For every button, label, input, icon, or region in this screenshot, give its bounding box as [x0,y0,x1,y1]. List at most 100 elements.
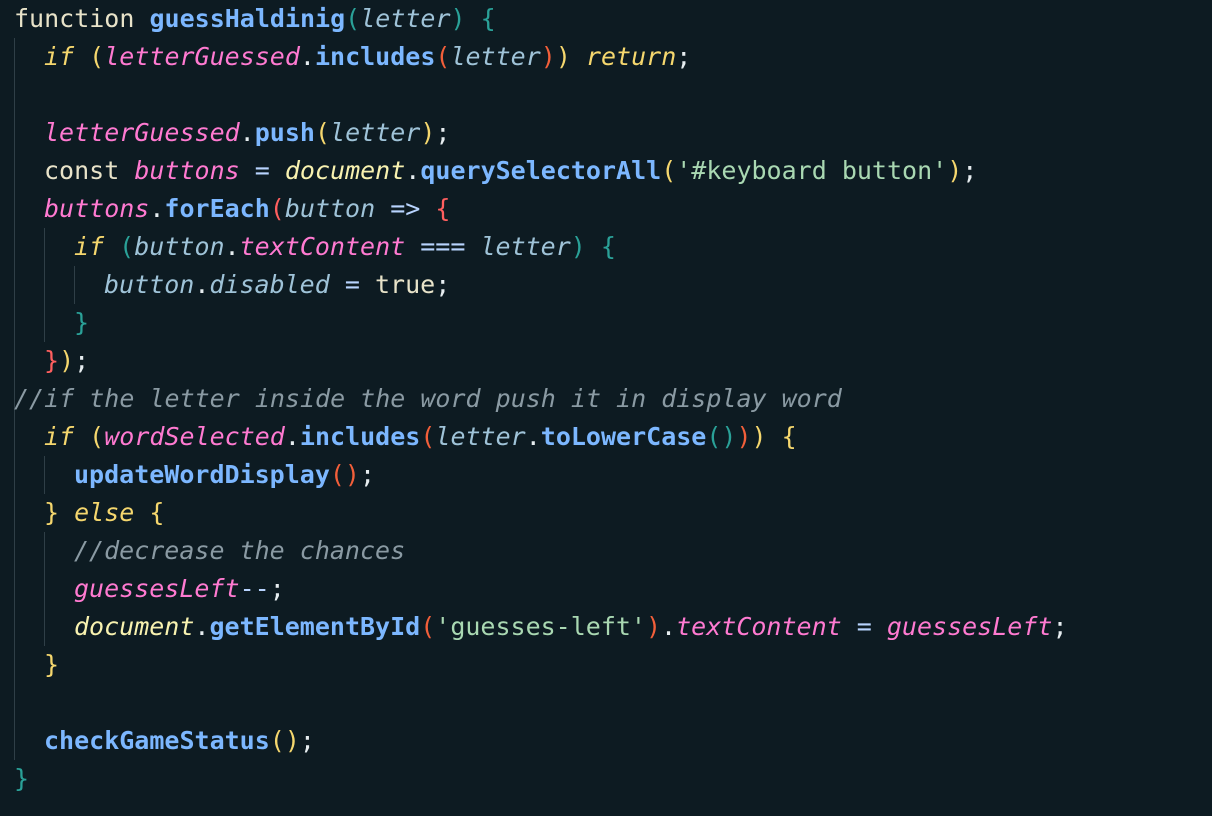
brace: } [14,764,30,793]
string: '#keyboard button' [676,156,948,185]
dot: . [525,422,541,451]
code-line-11[interactable]: //if the letter inside the word push it … [14,380,842,418]
object: document [284,156,406,185]
paren: ( [89,42,105,71]
dot: . [284,422,300,451]
code-line-16[interactable]: guessesLeft--; [74,570,285,608]
code-line-1[interactable]: function guessHaldinig(letter) { [14,0,496,38]
parameter: letter [360,4,451,33]
function-call: checkGameStatus [44,726,270,755]
argument: letter [330,118,421,147]
operator: === [420,232,466,261]
keyword-if: if [44,422,75,451]
method: includes [299,422,421,451]
method: getElementById [209,612,421,641]
property: textContent [239,232,406,261]
object: button [104,270,195,299]
semicolon: ; [435,118,451,147]
paren: ) [555,42,571,71]
paren: ( [89,422,105,451]
brace: { [480,4,496,33]
paren: ) [450,4,466,33]
method: forEach [164,194,270,223]
call-parens: () [329,460,360,489]
code-editor[interactable]: function guessHaldinig(letter) { if (let… [0,0,1212,816]
variable: guessesLeft [886,612,1053,641]
function-name: guessHaldinig [149,4,346,33]
brace: { [600,232,616,261]
operator: = [856,612,872,641]
argument: letter [450,42,541,71]
function-call: updateWordDisplay [74,460,330,489]
paren: ) [540,42,556,71]
paren: ) [645,612,662,641]
method: toLowerCase [540,422,707,451]
argument: letter [480,232,571,261]
code-line-17[interactable]: document.getElementById('guesses-left').… [74,608,1068,646]
dot: . [239,118,255,147]
paren: ( [119,232,135,261]
paren: ( [435,42,451,71]
paren: ) [59,346,75,375]
paren: ) [751,422,767,451]
paren: ( [420,422,436,451]
keyword-function: function [14,4,135,33]
code-line-18[interactable]: } [44,646,59,684]
comment: //decrease the chances [74,536,406,565]
dot: . [299,42,315,71]
brace: { [435,194,451,223]
object: button [134,232,225,261]
property: disabled [209,270,330,299]
keyword-else: else [74,498,135,527]
paren: ) [947,156,963,185]
dot: . [661,612,677,641]
variable: buttons [44,194,150,223]
keyword-return: return [585,42,677,71]
indent-guide-4 [44,456,45,494]
call-parens: () [706,422,737,451]
semicolon: ; [1052,612,1068,641]
dot: . [149,194,165,223]
code-line-20[interactable]: checkGameStatus(); [44,722,315,760]
code-line-5[interactable]: const buttons = document.querySelectorAl… [44,152,977,190]
code-line-10[interactable]: }); [44,342,89,380]
object: document [74,612,195,641]
code-line-4[interactable]: letterGuessed.push(letter); [44,114,450,152]
code-line-7[interactable]: if (button.textContent === letter) { [74,228,616,266]
paren: ( [269,194,285,223]
code-line-14[interactable]: } else { [44,494,164,532]
parameter: button [284,194,376,223]
semicolon: ; [269,574,285,603]
semicolon: ; [676,42,692,71]
dot: . [405,156,421,185]
method: push [254,118,315,147]
indent-guide-3 [74,266,75,304]
semicolon: ; [962,156,978,185]
code-line-6[interactable]: buttons.forEach(button => { [44,190,450,228]
dot: . [224,232,240,261]
code-line-21[interactable]: } [14,760,29,798]
paren: ) [736,422,752,451]
paren: ( [420,612,436,641]
operator: -- [239,574,270,603]
comment: //if the letter inside the word push it … [14,384,842,413]
brace: } [74,308,90,337]
variable: buttons [134,156,240,185]
code-line-15[interactable]: //decrease the chances [74,532,405,570]
brace: } [44,346,60,375]
brace: } [44,498,60,527]
brace: { [149,498,165,527]
code-line-8[interactable]: button.disabled = true; [104,266,450,304]
variable: letterGuessed [44,118,240,147]
paren: ) [570,232,586,261]
code-line-9[interactable]: } [74,304,89,342]
code-line-13[interactable]: updateWordDisplay(); [74,456,375,494]
keyword-const: const [44,156,120,185]
paren: ( [345,4,361,33]
brace: } [44,650,60,679]
paren: ) [420,118,436,147]
code-line-12[interactable]: if (wordSelected.includes(letter.toLower… [44,418,797,456]
paren: ( [314,118,331,147]
property: textContent [676,612,842,641]
code-line-2[interactable]: if (letterGuessed.includes(letter)) retu… [44,38,691,76]
